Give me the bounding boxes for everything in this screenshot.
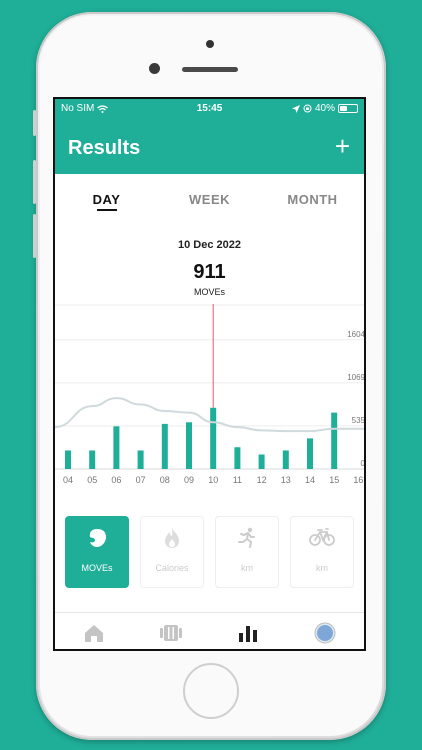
x-tick-label: 15 <box>329 475 339 485</box>
x-tick-label: 05 <box>87 475 97 485</box>
metric-card-cycling[interactable]: km <box>290 516 354 588</box>
y-tick-label: 0 <box>361 459 366 468</box>
selected-unit: MOVEs <box>193 287 225 297</box>
selected-date: 10 Dec 2022 <box>178 239 241 251</box>
bar-05[interactable] <box>89 450 96 469</box>
metric-label-running: km <box>241 563 253 573</box>
bar-15[interactable] <box>331 412 338 469</box>
location-arrow-icon <box>291 104 300 113</box>
bar-04[interactable] <box>65 450 71 469</box>
period-tabs: DAY WEEK MONTH <box>55 174 364 219</box>
bar-06[interactable] <box>113 426 120 469</box>
activity-icon <box>159 625 182 641</box>
x-tick-label: 14 <box>305 475 315 485</box>
profile-icon <box>314 622 336 644</box>
metric-label-moves: MOVEs <box>81 563 113 573</box>
active-tab-indicator <box>96 209 117 211</box>
x-tick-label: 10 <box>208 475 218 485</box>
x-tick-label: 16 <box>353 475 363 485</box>
moves-icon <box>89 529 106 547</box>
tab-month[interactable]: MONTH <box>261 174 364 219</box>
bar-14[interactable] <box>307 438 313 469</box>
flame-icon <box>165 528 179 548</box>
tabbar-profile[interactable] <box>287 613 364 649</box>
x-tick-label: 07 <box>136 475 146 485</box>
battery-icon <box>338 104 358 113</box>
tabbar-results[interactable] <box>210 613 287 649</box>
front-camera <box>149 63 160 74</box>
tabbar-activity[interactable] <box>132 613 209 649</box>
selected-value: 911 <box>193 261 226 283</box>
proximity-sensor <box>206 40 214 48</box>
tab-week[interactable]: WEEK <box>158 174 261 219</box>
metric-card-running[interactable]: km <box>215 516 279 588</box>
metric-label-cycling: km <box>316 563 328 573</box>
bottom-tab-bar <box>55 612 364 649</box>
app-header: Results + <box>55 119 364 174</box>
page-title: Results <box>68 137 141 159</box>
tab-day[interactable]: DAY <box>55 174 158 219</box>
plus-icon[interactable]: + <box>335 133 350 159</box>
bar-10[interactable] <box>210 407 217 469</box>
metric-card-calories[interactable]: Calories <box>140 516 204 588</box>
y-tick-label: 1069 <box>347 373 365 382</box>
bar-12[interactable] <box>258 454 265 470</box>
metric-label-calories: Calories <box>155 563 189 573</box>
mute-switch <box>33 110 36 136</box>
bar-08[interactable] <box>161 423 168 469</box>
earpiece-speaker <box>182 67 238 72</box>
volume-up-button <box>33 160 36 204</box>
app-screen: No SIM 15:45 40% Results + DAY WEEK MONT… <box>53 97 366 651</box>
home-button[interactable] <box>183 663 239 719</box>
bar-07[interactable] <box>137 450 144 469</box>
x-tick-label: 11 <box>233 475 242 485</box>
bar-11[interactable] <box>234 447 241 469</box>
x-tick-label: 06 <box>111 475 121 485</box>
moves-chart[interactable]: 0 535 1069 1604 04 05 06 07 08 09 10 11 12 13 14 15 16 <box>55 304 366 494</box>
bar-chart-icon <box>239 626 258 642</box>
y-tick-label: 1604 <box>347 330 365 339</box>
bar-09[interactable] <box>186 422 192 469</box>
home-icon <box>84 625 103 642</box>
x-tick-label: 12 <box>257 475 267 485</box>
metric-cards: MOVEs Calories km km <box>65 516 359 588</box>
x-tick-label: 08 <box>160 475 170 485</box>
orientation-lock-icon <box>303 104 312 113</box>
bar-13[interactable] <box>282 450 289 469</box>
tabbar-home[interactable] <box>55 613 132 649</box>
runner-icon <box>238 527 255 548</box>
battery-percent: 40% <box>314 103 335 114</box>
bicycle-icon <box>309 528 335 546</box>
volume-down-button <box>33 214 36 258</box>
metric-card-moves[interactable]: MOVEs <box>65 516 129 588</box>
x-tick-label: 09 <box>184 475 194 485</box>
x-tick-label: 04 <box>63 475 73 485</box>
x-tick-label: 13 <box>281 475 291 485</box>
y-tick-label: 535 <box>352 416 366 425</box>
status-bar: No SIM 15:45 40% <box>55 99 364 119</box>
